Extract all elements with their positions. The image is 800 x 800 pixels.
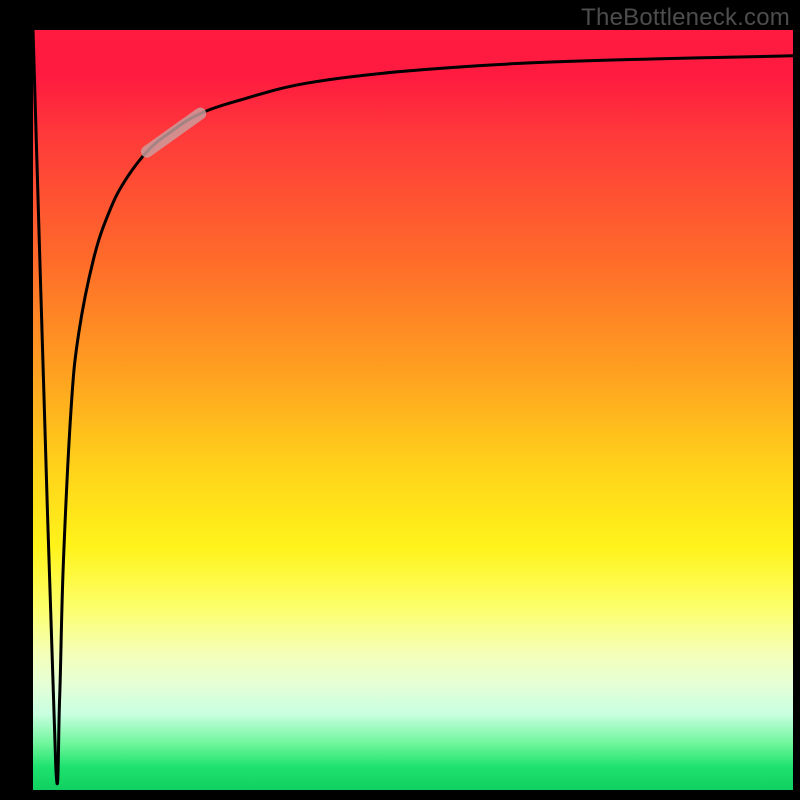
plot-area [33, 30, 793, 790]
chart-frame: TheBottleneck.com [0, 0, 800, 800]
highlight-segment [147, 114, 200, 152]
bottleneck-curve [33, 30, 793, 784]
curve-layer [33, 30, 793, 790]
watermark-text: TheBottleneck.com [581, 4, 790, 32]
